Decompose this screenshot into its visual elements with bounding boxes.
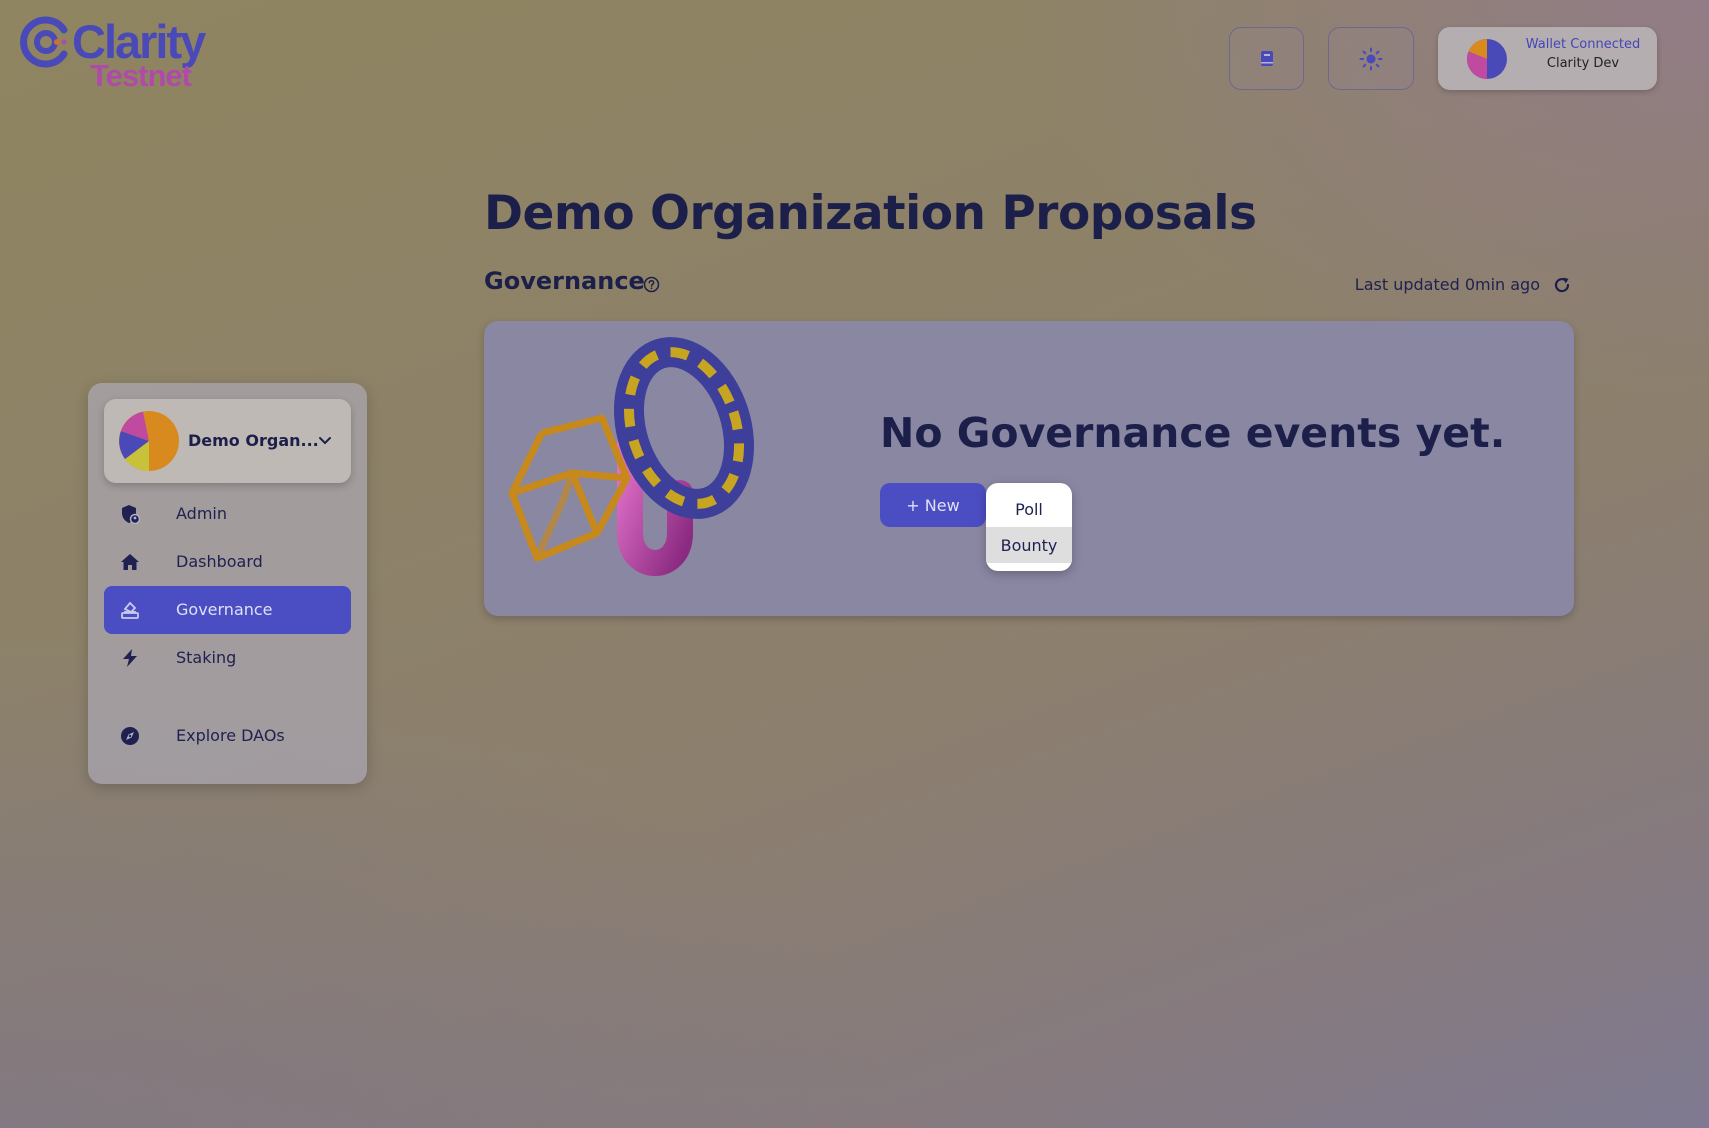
wallet-button[interactable]: Wallet Connected Clarity Dev [1438, 27, 1657, 90]
compass-icon [121, 727, 139, 745]
help-icon[interactable] [643, 276, 660, 293]
clarity-logo-icon [20, 16, 68, 68]
ballot-icon [121, 601, 139, 619]
org-avatar [119, 411, 179, 471]
section-title: Governance [484, 267, 645, 295]
new-proposal-button[interactable]: + New [880, 483, 986, 527]
theme-toggle-button[interactable] [1328, 27, 1414, 90]
governance-empty-panel: No Governance events yet. + New Poll Bou… [484, 321, 1574, 616]
new-proposal-menu: Poll Bounty [986, 483, 1072, 571]
sidebar-item-staking[interactable]: Staking [104, 634, 351, 682]
book-icon [1260, 50, 1273, 66]
sidebar: Demo Organ... Admin Dashboard Governance… [88, 383, 367, 784]
logo[interactable]: Clarity Testnet [20, 14, 220, 94]
last-updated-text: Last updated 0min ago [1354, 275, 1540, 294]
sidebar-item-label: Governance [176, 600, 273, 619]
shield-user-icon [122, 505, 140, 524]
menu-item-poll[interactable]: Poll [986, 491, 1072, 527]
docs-button[interactable] [1229, 27, 1304, 90]
page-title: Demo Organization Proposals [484, 186, 1257, 241]
sidebar-item-label: Explore DAOs [176, 726, 285, 745]
lightning-icon [123, 649, 137, 667]
sun-icon [1359, 47, 1383, 70]
org-selector[interactable]: Demo Organ... [104, 399, 351, 483]
sidebar-item-label: Staking [176, 648, 237, 667]
home-icon [121, 554, 139, 570]
empty-state-message: No Governance events yet. [880, 409, 1506, 457]
refresh-icon[interactable] [1552, 275, 1572, 295]
wallet-status: Wallet Connected [1525, 37, 1641, 52]
wallet-avatar [1467, 39, 1507, 79]
sidebar-item-label: Admin [176, 504, 227, 523]
sidebar-item-governance[interactable]: Governance [104, 586, 351, 634]
empty-state-illustration [508, 337, 755, 576]
wallet-name: Clarity Dev [1546, 56, 1620, 71]
org-name: Demo Organ... [188, 431, 319, 450]
sidebar-item-dashboard[interactable]: Dashboard [104, 538, 351, 586]
logo-network: Testnet [90, 58, 192, 93]
chevron-down-icon [319, 437, 331, 445]
menu-item-bounty[interactable]: Bounty [986, 527, 1072, 563]
sidebar-item-admin[interactable]: Admin [104, 490, 351, 538]
sidebar-item-label: Dashboard [176, 552, 263, 571]
sidebar-item-explore-daos[interactable]: Explore DAOs [104, 712, 351, 760]
